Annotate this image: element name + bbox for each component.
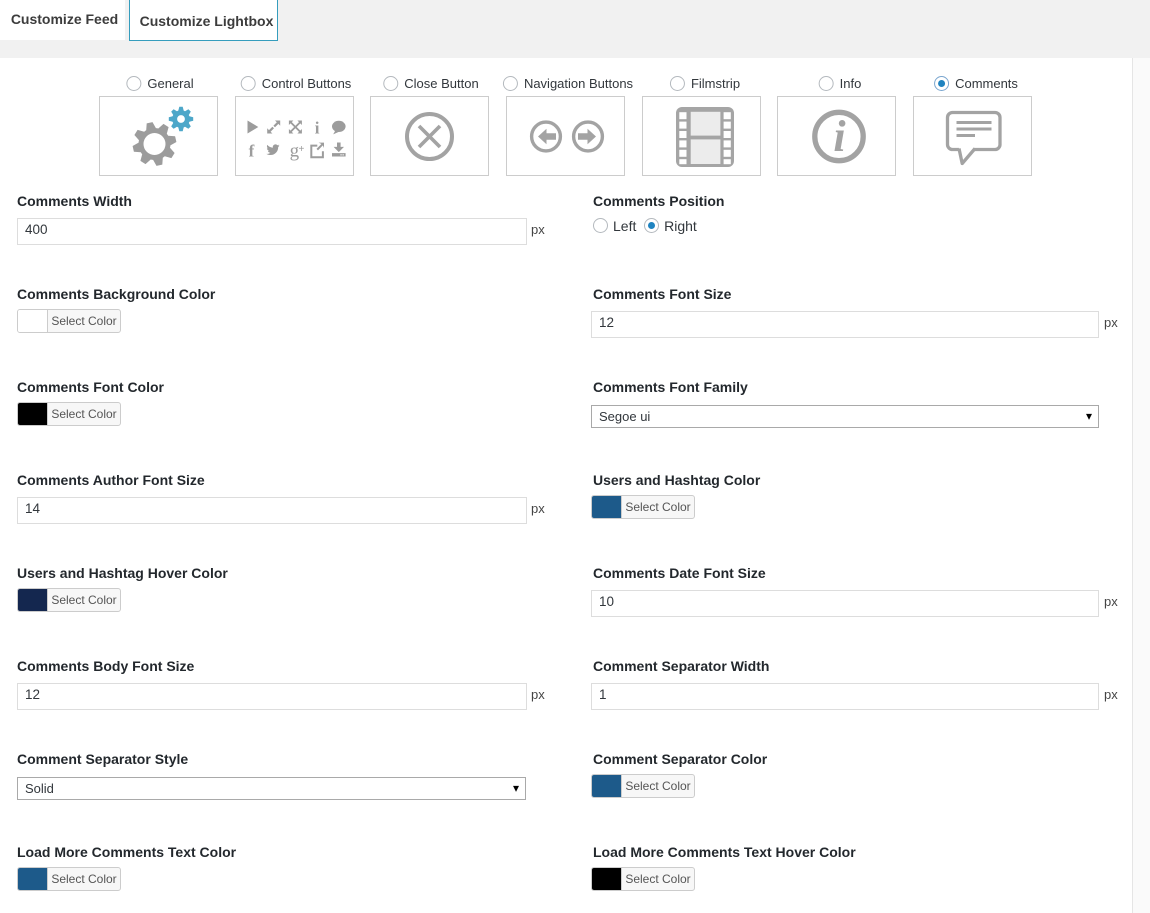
svg-text:f: f — [249, 141, 255, 160]
svg-text:+: + — [298, 144, 304, 155]
svg-text:i: i — [833, 112, 846, 161]
svg-text:i: i — [315, 119, 320, 138]
